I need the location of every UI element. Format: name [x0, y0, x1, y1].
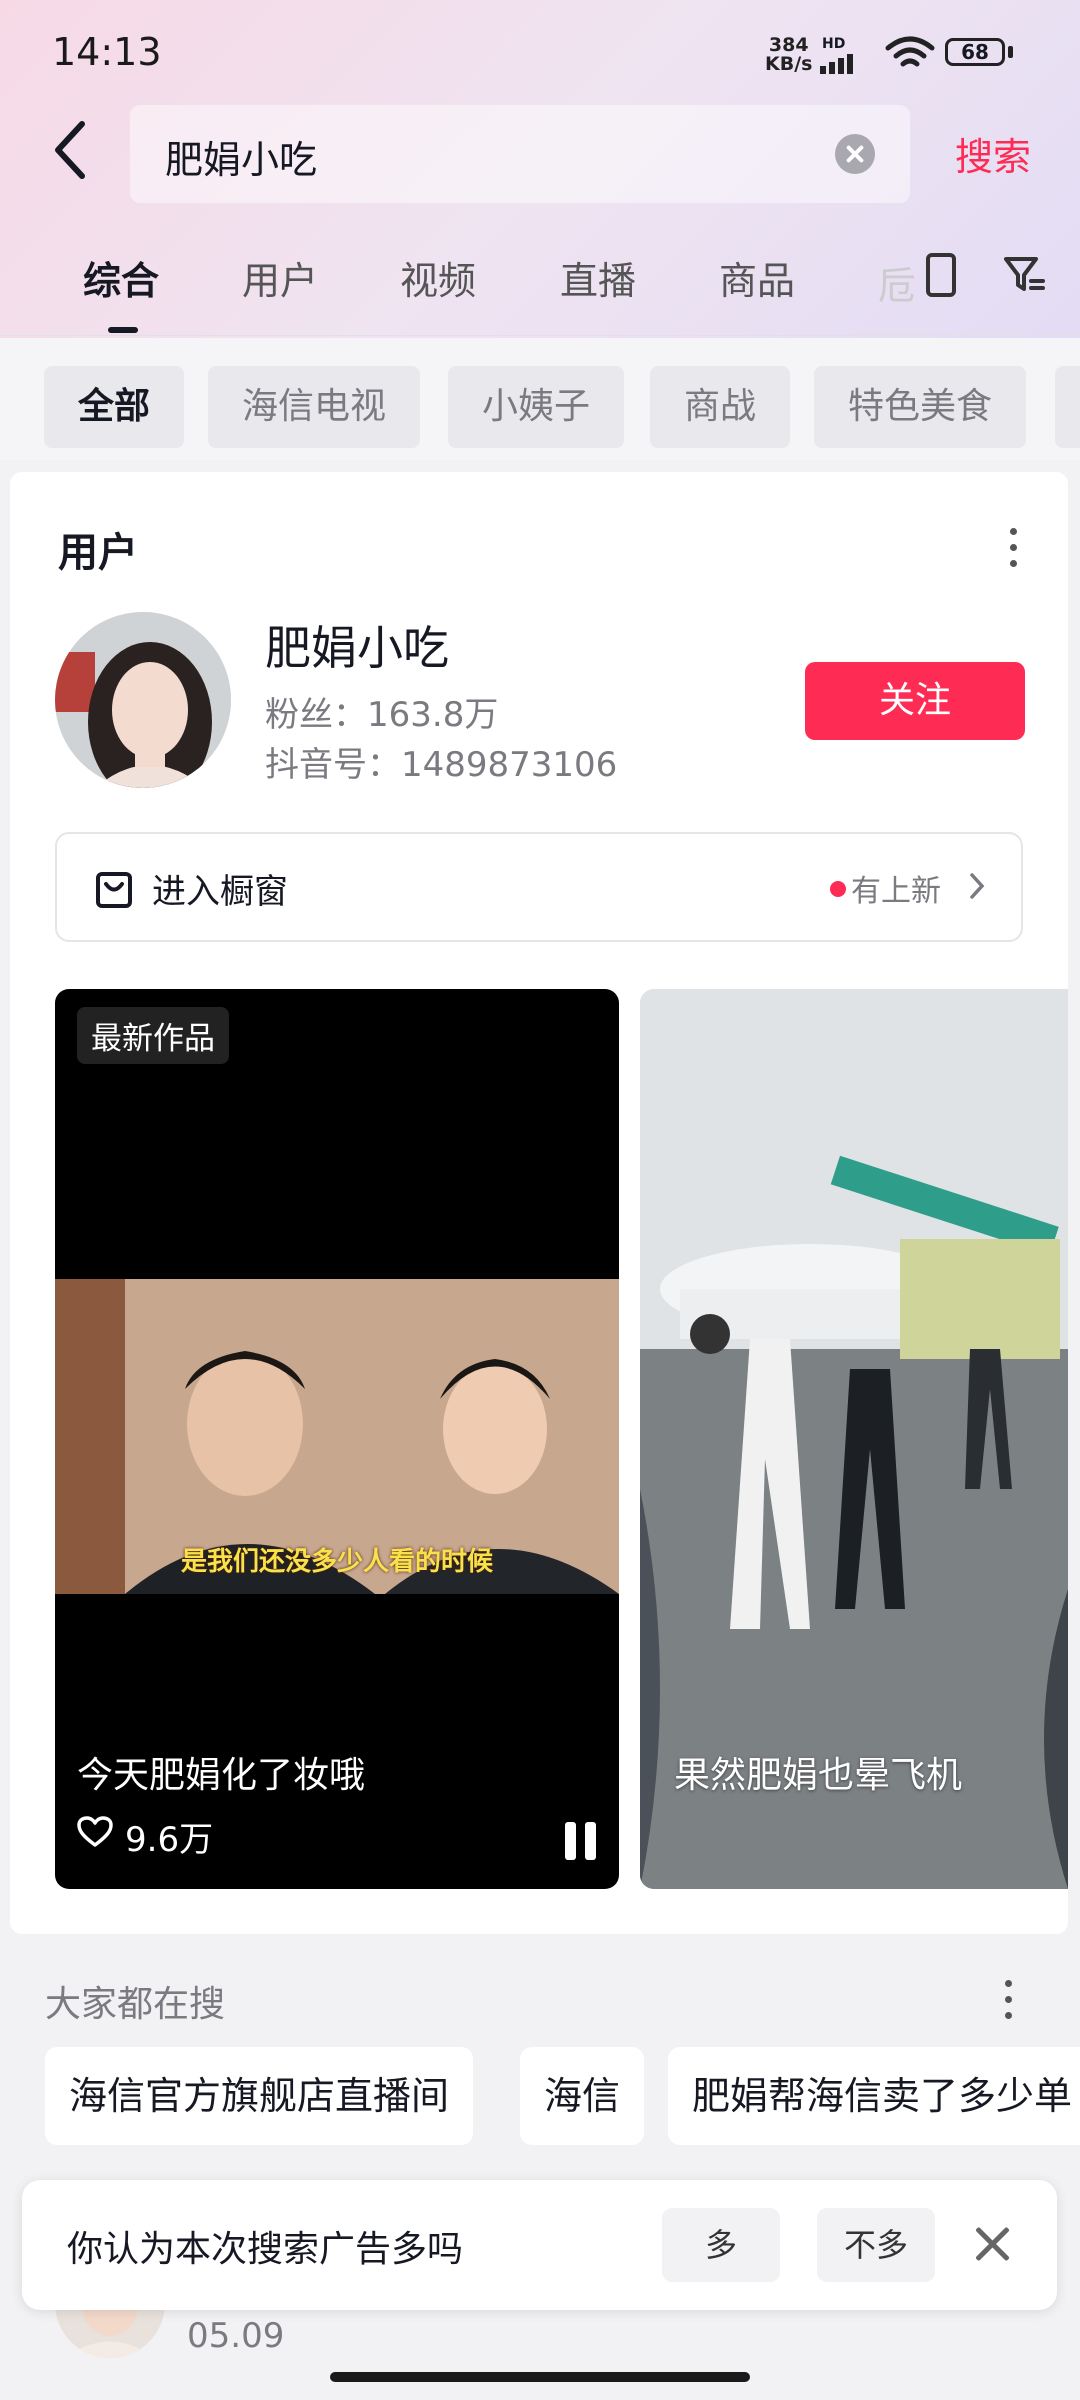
video-subtitle: 是我们还没多少人看的时候 [180, 1547, 493, 1577]
more-options-icon[interactable] [1010, 528, 1018, 576]
status-bar: 14:13 384 KB/s HD 68 [0, 0, 1080, 105]
trending-title: 大家都在搜 [45, 1984, 226, 2025]
user-name[interactable]: 肥娟小吃 [265, 612, 449, 678]
chip-hisense-tv[interactable]: 海信电视 [208, 366, 421, 448]
home-indicator[interactable] [330, 2372, 750, 2382]
wifi-icon [885, 36, 935, 67]
user-result-card: 用户 肥娟小吃 粉丝：163.8万 抖音号：1489873106 关注 进入橱窗… [10, 472, 1068, 1934]
filter-chips: 全部 海信电视 小姨子 商战 特色美食 [0, 338, 1080, 460]
heart-icon [77, 1816, 113, 1847]
chevron-right-icon [970, 873, 985, 899]
trending-chip[interactable]: 海信 [520, 2047, 645, 2145]
search-query: 肥娟小吃 [165, 138, 318, 182]
trending-searches: 大家都在搜 海信官方旗舰店直播间 海信 肥娟帮海信卖了多少单 [0, 1935, 1080, 2400]
more-options-icon[interactable] [1005, 1980, 1013, 2028]
item-date: 05.09 [187, 2316, 285, 2356]
douyin-id: 抖音号：1489873106 [265, 745, 618, 785]
section-title: 用户 [58, 530, 138, 576]
tab-users[interactable]: 用户 [242, 250, 318, 305]
fan-count: 粉丝：163.8万 [265, 695, 499, 735]
chip-sister-in-law[interactable]: 小姨子 [448, 366, 625, 448]
ad-survey-yes-button[interactable]: 多 [662, 2208, 780, 2282]
tab-products[interactable]: 商品 [719, 250, 795, 305]
video-card-airport[interactable]: 果然肥娟也晕飞机 [640, 989, 1068, 1889]
shop-window-entry[interactable]: 进入橱窗 有上新 [55, 832, 1023, 942]
battery-icon: 68 [945, 38, 1005, 66]
chip-business-war[interactable]: 商战 [650, 366, 791, 448]
tab-overflow[interactable]: 卮 [878, 255, 916, 310]
signal-icon [820, 54, 853, 74]
trending-chip[interactable]: 肥娟帮海信卖了多少单 [668, 2047, 1080, 2145]
search-input[interactable]: 肥娟小吃 [130, 105, 910, 203]
shopping-bag-icon [96, 872, 132, 908]
clear-icon[interactable] [835, 134, 875, 174]
chip-all[interactable]: 全部 [44, 366, 185, 448]
tab-comprehensive[interactable]: 综合 [83, 250, 159, 305]
active-tab-indicator [108, 327, 138, 333]
video-caption: 今天肥娟化了妆哦 [77, 1755, 366, 1796]
pause-icon[interactable] [565, 1822, 605, 1864]
chip-local-food[interactable]: 特色美食 [814, 366, 1027, 448]
avatar[interactable] [55, 612, 231, 788]
network-speed-unit: KB/s [765, 53, 813, 75]
tab-videos[interactable]: 视频 [400, 250, 476, 305]
video-thumbnail: 是我们还没多少人看的时候 [55, 1279, 619, 1594]
result-tabs: 综合 用户 视频 直播 商品 卮 [0, 235, 1080, 335]
follow-button[interactable]: 关注 [805, 662, 1025, 740]
status-time: 14:13 [52, 30, 162, 74]
ad-survey-bar: 你认为本次搜索广告多吗 多 不多 [22, 2180, 1057, 2310]
shop-window-label: 进入橱窗 [152, 872, 288, 912]
device-icon[interactable] [926, 253, 956, 297]
shop-new-label: 有上新 [851, 874, 941, 909]
chevron-left-icon [55, 121, 85, 179]
ad-survey-no-button[interactable]: 不多 [817, 2208, 935, 2282]
latest-badge: 最新作品 [77, 1007, 229, 1064]
filter-icon[interactable] [1003, 255, 1045, 295]
tabs-divider [0, 335, 1080, 336]
video-caption: 果然肥娟也晕飞机 [674, 1755, 963, 1796]
close-icon[interactable] [970, 2222, 1014, 2266]
like-count-value: 9.6万 [125, 1820, 214, 1860]
tab-live[interactable]: 直播 [560, 250, 636, 305]
ad-survey-question: 你认为本次搜索广告多吗 [67, 2229, 464, 2270]
chip-overflow[interactable] [1055, 366, 1080, 448]
search-button[interactable]: 搜索 [955, 126, 1031, 181]
network-speed: 384 KB/s [765, 36, 812, 74]
new-dot [830, 881, 846, 897]
avatar-portrait [55, 612, 231, 788]
trending-chip[interactable]: 海信官方旗舰店直播间 [45, 2047, 474, 2145]
hd-label: HD [822, 36, 846, 52]
back-button[interactable] [50, 120, 100, 190]
battery-tip [1008, 46, 1013, 58]
video-card-latest[interactable]: 最新作品 是我们还没多少人看的时候 今天肥娟化了妆哦 9.6万 [55, 989, 619, 1889]
